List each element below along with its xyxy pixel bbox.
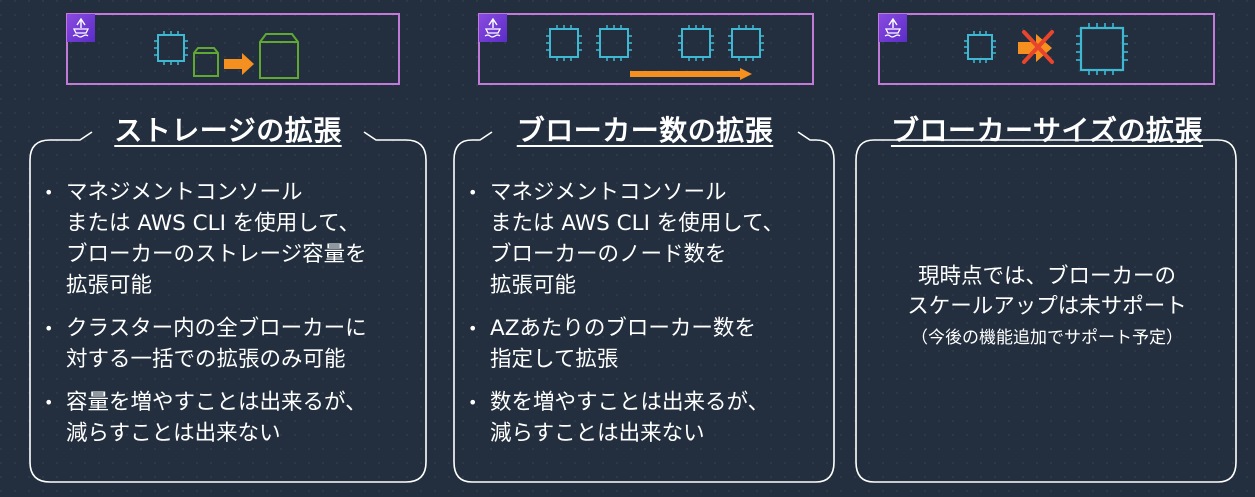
broker-chip-icon bbox=[596, 25, 632, 61]
storage-volume-icon bbox=[259, 33, 299, 79]
list-item: マネジメントコンソール または AWS CLI を使用して、 ブローカーのノード… bbox=[464, 177, 834, 301]
list-item: 数を増やすことは出来るが、 減らすことは出来ない bbox=[464, 387, 834, 449]
orange-arrow-icon bbox=[224, 53, 254, 75]
broker-chip-icon bbox=[154, 31, 188, 65]
broker-chip-icon bbox=[728, 25, 764, 61]
list-item: マネジメントコンソール または AWS CLI を使用して、 ブローカーのストレ… bbox=[40, 177, 430, 301]
orange-arrow-icon bbox=[630, 68, 752, 80]
list-item: 容量を増やすことは出来るが、 減らすことは出来ない bbox=[40, 387, 430, 449]
bullet-list: マネジメントコンソール または AWS CLI を使用して、 ブローカーのストレ… bbox=[40, 177, 430, 461]
broker-chip-icon bbox=[1076, 23, 1128, 75]
list-item: AZあたりのブローカー数を 指定して拡張 bbox=[464, 313, 834, 375]
storage-diagram bbox=[66, 13, 400, 85]
list-item: クラスター内の全ブローカーに 対する一括での拡張のみ可能 bbox=[40, 313, 430, 375]
bullet-list: マネジメントコンソール または AWS CLI を使用して、 ブローカーのノード… bbox=[464, 177, 834, 461]
column-heading: ストレージの拡張 bbox=[114, 114, 342, 147]
broker-chip-icon bbox=[678, 25, 714, 61]
future-support-note: （今後の機能追加でサポート予定） bbox=[911, 328, 1183, 348]
column-heading: ブローカー数の拡張 bbox=[516, 114, 774, 147]
broker-chip-icon bbox=[964, 31, 996, 63]
unsupported-message: 現時点では、ブローカーの スケールアップは未サポート （今後の機能追加でサポート… bbox=[852, 262, 1242, 350]
broker-count-diagram bbox=[478, 13, 814, 85]
column-heading: ブローカーサイズの拡張 bbox=[890, 114, 1204, 147]
storage-volume-icon bbox=[193, 47, 219, 77]
broker-chip-icon bbox=[546, 25, 582, 61]
broker-size-diagram bbox=[878, 13, 1215, 85]
